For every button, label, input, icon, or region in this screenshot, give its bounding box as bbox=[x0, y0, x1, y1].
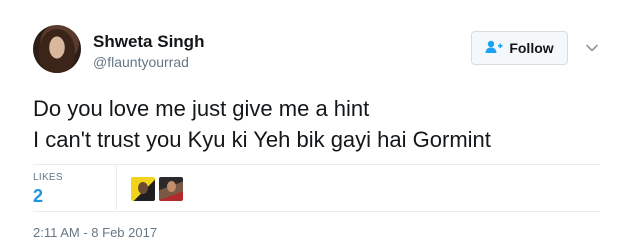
stats-separator bbox=[116, 165, 117, 210]
tweet-timestamp[interactable]: 2:11 AM - 8 Feb 2017 bbox=[33, 225, 157, 240]
tweet-text: Do you love me just give me a hint I can… bbox=[33, 93, 491, 155]
author-handle[interactable]: @flauntyourrad bbox=[93, 54, 189, 70]
follow-button[interactable]: Follow bbox=[471, 31, 568, 65]
divider bbox=[33, 211, 600, 212]
liker-avatar[interactable] bbox=[159, 177, 183, 201]
follow-label: Follow bbox=[509, 40, 554, 56]
liker-avatar-image bbox=[138, 182, 148, 194]
chevron-down-icon[interactable] bbox=[585, 41, 599, 55]
likes-label: LIKES bbox=[33, 172, 63, 183]
add-user-icon bbox=[485, 40, 503, 57]
liker-avatar-image bbox=[167, 181, 176, 192]
avatar-portrait bbox=[39, 29, 75, 73]
tweet-line: Do you love me just give me a hint bbox=[33, 96, 370, 121]
liker-avatar[interactable] bbox=[131, 177, 155, 201]
tweet-line: I can't trust you Kyu ki Yeh bik gayi ha… bbox=[33, 127, 491, 152]
avatar[interactable] bbox=[33, 25, 81, 73]
author-name[interactable]: Shweta Singh bbox=[93, 32, 204, 52]
divider bbox=[33, 164, 600, 165]
likes-count[interactable]: 2 bbox=[33, 186, 43, 207]
